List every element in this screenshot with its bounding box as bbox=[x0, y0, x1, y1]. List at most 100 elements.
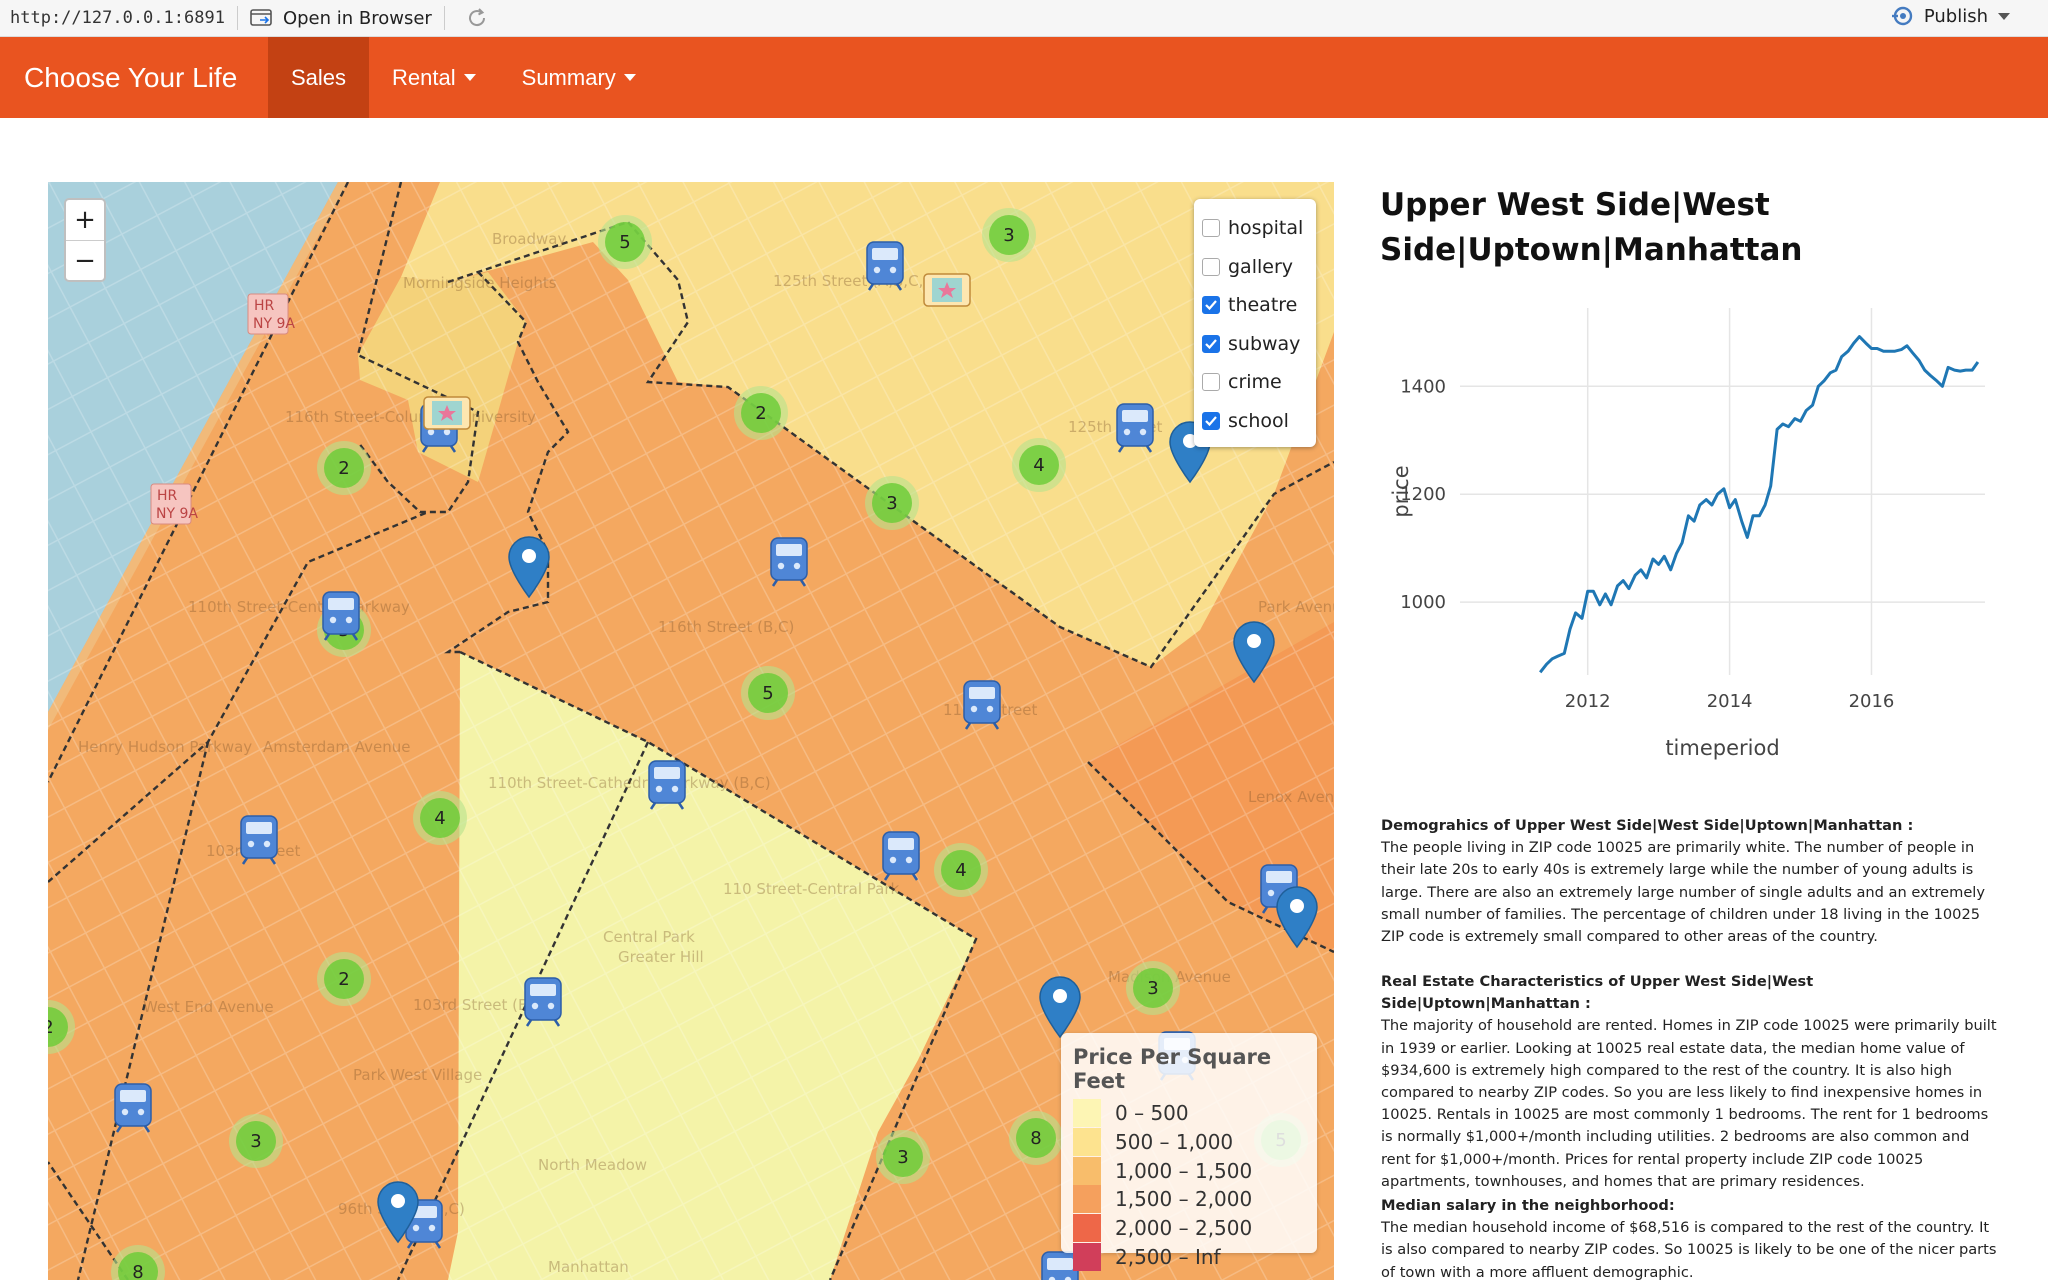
theatre-icon[interactable] bbox=[923, 273, 971, 307]
cluster-marker[interactable]: 4 bbox=[934, 843, 988, 897]
checkbox[interactable] bbox=[1202, 257, 1220, 276]
cluster-count: 4 bbox=[1033, 455, 1044, 476]
legend-swatch bbox=[1073, 1185, 1101, 1214]
cluster-count: 3 bbox=[1003, 225, 1014, 246]
cluster-count: 4 bbox=[434, 808, 445, 829]
navbar: Choose Your Life Sales Rental Summary bbox=[0, 37, 2048, 118]
legend-item: 2,500 – Inf bbox=[1073, 1242, 1305, 1271]
median-salary-section: Median salary in the neighborhood: The m… bbox=[1381, 1195, 1997, 1284]
legend-label: 0 – 500 bbox=[1115, 1101, 1189, 1126]
subway-icon[interactable] bbox=[240, 815, 278, 865]
nav-sales[interactable]: Sales bbox=[268, 37, 370, 118]
layer-theatre[interactable]: theatre bbox=[1202, 286, 1308, 325]
url-text: http://127.0.0.1:6891 bbox=[10, 8, 225, 28]
cluster-marker[interactable]: 2 bbox=[317, 952, 371, 1006]
zoom-out-button[interactable]: − bbox=[66, 240, 104, 280]
legend-label: 1,500 – 2,000 bbox=[1115, 1187, 1253, 1212]
legend-swatch bbox=[1073, 1214, 1101, 1243]
cluster-marker[interactable]: 4 bbox=[413, 791, 467, 845]
cluster-marker[interactable]: 3 bbox=[982, 208, 1036, 262]
subway-icon[interactable] bbox=[866, 241, 904, 291]
school-pin-icon[interactable] bbox=[1233, 621, 1275, 684]
y-tick-label: 1400 bbox=[1400, 376, 1446, 397]
cluster-marker[interactable]: 8 bbox=[1009, 1111, 1063, 1165]
legend-swatch bbox=[1073, 1156, 1101, 1185]
section-body: The median household income of $68,516 i… bbox=[1381, 1219, 1997, 1281]
checkbox[interactable] bbox=[1202, 219, 1220, 238]
school-pin-icon[interactable] bbox=[1039, 976, 1081, 1039]
cluster-count: 5 bbox=[619, 232, 630, 253]
cluster-marker[interactable]: 3 bbox=[229, 1114, 283, 1168]
layer-gallery[interactable]: gallery bbox=[1202, 248, 1308, 287]
subway-icon[interactable] bbox=[770, 537, 808, 587]
checkbox[interactable] bbox=[1202, 373, 1220, 392]
publish-icon bbox=[1891, 6, 1913, 26]
cluster-marker[interactable]: 3 bbox=[865, 476, 919, 530]
x-tick-label: 2014 bbox=[1707, 691, 1753, 712]
x-tick-label: 2012 bbox=[1565, 691, 1611, 712]
layer-label: theatre bbox=[1228, 294, 1298, 317]
cluster-marker[interactable]: 3 bbox=[876, 1130, 930, 1184]
cluster-marker[interactable]: 3 bbox=[1126, 961, 1180, 1015]
layer-crime[interactable]: crime bbox=[1202, 363, 1308, 402]
viewer-toolbar: http://127.0.0.1:6891 Open in Browser Pu… bbox=[0, 0, 2048, 37]
subway-icon[interactable] bbox=[322, 591, 360, 641]
subway-icon[interactable] bbox=[1116, 403, 1154, 453]
cluster-count: 2 bbox=[755, 403, 766, 424]
cluster-count: 2 bbox=[338, 969, 349, 990]
school-pin-icon[interactable] bbox=[1276, 886, 1318, 949]
browser-window-icon bbox=[250, 9, 272, 26]
nav-sales-label: Sales bbox=[291, 64, 347, 90]
nav-rental[interactable]: Rental bbox=[369, 37, 499, 118]
legend-item: 1,000 – 1,500 bbox=[1073, 1156, 1305, 1185]
chevron-down-icon bbox=[1998, 12, 2010, 20]
cluster-marker[interactable]: 8 bbox=[111, 1245, 165, 1280]
layer-label: subway bbox=[1228, 332, 1301, 355]
chevron-down-icon bbox=[463, 74, 476, 81]
checkbox[interactable] bbox=[1202, 296, 1220, 315]
subway-icon[interactable] bbox=[882, 831, 920, 881]
school-pin-icon[interactable] bbox=[508, 536, 550, 599]
check-icon bbox=[1205, 339, 1217, 349]
checkbox[interactable] bbox=[1202, 334, 1220, 353]
legend-swatch bbox=[1073, 1099, 1101, 1128]
checkbox[interactable] bbox=[1202, 411, 1220, 430]
layer-hospital[interactable]: hospital bbox=[1202, 209, 1308, 248]
open-in-browser-label: Open in Browser bbox=[282, 7, 432, 29]
cluster-marker[interactable]: 2 bbox=[48, 1000, 75, 1054]
subway-icon[interactable] bbox=[648, 760, 686, 810]
cluster-marker[interactable]: 2 bbox=[734, 386, 788, 440]
layer-school[interactable]: school bbox=[1202, 402, 1308, 441]
subway-icon[interactable] bbox=[963, 680, 1001, 730]
legend-item: 2,000 – 2,500 bbox=[1073, 1214, 1305, 1243]
subway-icon[interactable] bbox=[114, 1083, 152, 1133]
cluster-marker[interactable]: 2 bbox=[317, 441, 371, 495]
price-chart[interactable]: 1000120014002012 2014 2016timeperiodprice bbox=[1380, 290, 2000, 770]
cluster-count: 2 bbox=[48, 1017, 54, 1038]
cluster-count: 8 bbox=[1030, 1128, 1041, 1149]
nav-summary[interactable]: Summary bbox=[499, 37, 659, 118]
demographics-section: Demograhics of Upper West Side|West Side… bbox=[1381, 815, 1997, 948]
brand-title[interactable]: Choose Your Life bbox=[0, 37, 268, 118]
legend-swatch bbox=[1073, 1242, 1101, 1271]
cluster-marker[interactable]: 5 bbox=[741, 666, 795, 720]
zoom-in-button[interactable]: + bbox=[66, 200, 104, 240]
publish-button[interactable]: Publish bbox=[1890, 5, 2010, 27]
subway-icon[interactable] bbox=[524, 977, 562, 1027]
refresh-icon[interactable] bbox=[463, 4, 491, 32]
legend-title: Price Per Square Feet bbox=[1073, 1045, 1272, 1093]
cluster-marker[interactable]: 4 bbox=[1012, 438, 1066, 492]
theatre-icon[interactable] bbox=[423, 396, 471, 430]
page-title: Upper West Side|West Side|Uptown|Manhatt… bbox=[1380, 187, 1803, 268]
publish-label: Publish bbox=[1923, 5, 1988, 27]
x-axis-label: timeperiod bbox=[1665, 736, 1779, 760]
section-body: The majority of household are rented. Ho… bbox=[1381, 1017, 1997, 1190]
cluster-marker[interactable]: 5 bbox=[598, 215, 652, 269]
open-in-browser-button[interactable]: Open in Browser bbox=[250, 8, 432, 29]
y-tick-label: 1000 bbox=[1400, 592, 1446, 613]
cluster-count: 3 bbox=[250, 1131, 261, 1152]
layer-subway[interactable]: subway bbox=[1202, 325, 1308, 364]
map[interactable]: Morningside Heights 125th Street (A,B,C,… bbox=[48, 182, 1334, 1280]
check-icon bbox=[1205, 416, 1217, 426]
legend-label: 1,000 – 1,500 bbox=[1115, 1158, 1253, 1183]
